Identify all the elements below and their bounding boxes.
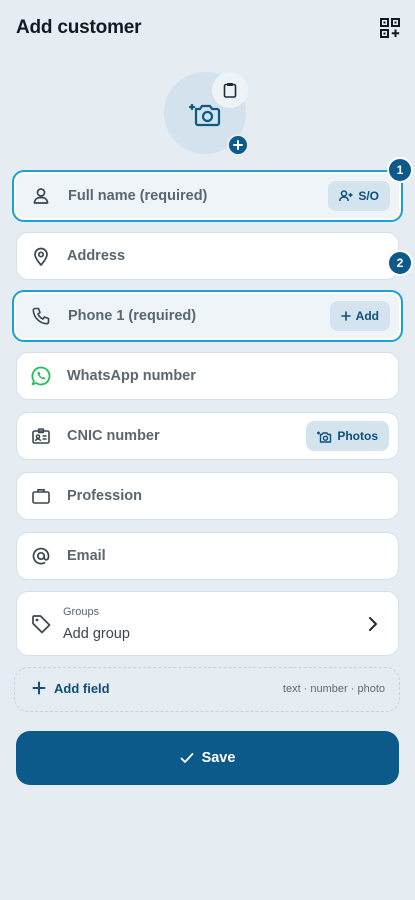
son-of-label: S/O [358, 189, 379, 203]
qr-add-icon [380, 18, 400, 38]
phone1-label: Phone 1 (required) [68, 308, 197, 324]
avatar-picker [164, 72, 254, 158]
chevron-right-icon [369, 617, 377, 631]
add-phone-label: Add [355, 309, 379, 323]
camera-plus-icon [189, 103, 221, 127]
location-pin-icon [31, 246, 51, 266]
tag-icon [32, 615, 51, 634]
person-icon [31, 186, 51, 206]
add-field-label: Add field [54, 681, 110, 696]
whatsapp-label: WhatsApp number [67, 368, 196, 384]
cnic-photos-button[interactable]: Photos [306, 421, 389, 451]
phone1-field[interactable]: Phone 1 (required) Add [12, 290, 403, 342]
save-button[interactable]: Save [16, 731, 399, 785]
save-label: Save [201, 750, 236, 766]
profession-label: Profession [67, 488, 142, 504]
step-badge-2: 2 [387, 250, 413, 276]
email-label: Email [67, 548, 106, 564]
groups-value: Add group [63, 626, 130, 642]
page-title: Add customer [16, 17, 142, 38]
cnic-field[interactable]: CNIC number Photos [16, 412, 399, 460]
whatsapp-icon [31, 366, 51, 386]
plus-icon [32, 681, 46, 695]
groups-caption: Groups [63, 606, 100, 618]
add-photo-badge[interactable] [227, 134, 249, 156]
clipboard-icon [223, 83, 237, 98]
check-icon [180, 753, 193, 763]
full-name-label: Full name (required) [68, 188, 208, 204]
profession-field[interactable]: Profession [16, 472, 399, 520]
plus-icon [233, 140, 243, 150]
paste-clipboard-button[interactable] [212, 72, 248, 108]
step-badge-1: 1 [387, 157, 413, 183]
plus-icon [340, 311, 351, 321]
email-field[interactable]: Email [16, 532, 399, 580]
camera-plus-icon [317, 431, 332, 443]
add-phone-button[interactable]: Add [329, 301, 390, 331]
add-field-hint: text · number · photo [282, 683, 385, 695]
briefcase-icon [31, 486, 51, 506]
qr-add-button[interactable] [378, 16, 402, 40]
phone-icon [31, 306, 51, 326]
add-field-button[interactable]: Add field text · number · photo [14, 667, 400, 712]
at-icon [31, 546, 51, 566]
person-plus-icon [339, 190, 353, 202]
address-field[interactable]: Address [16, 232, 399, 280]
cnic-photos-label: Photos [337, 429, 378, 443]
id-card-icon [31, 426, 51, 446]
address-label: Address [67, 248, 126, 264]
full-name-field[interactable]: Full name (required) S/O [12, 170, 403, 222]
son-of-button[interactable]: S/O [328, 181, 390, 211]
whatsapp-field[interactable]: WhatsApp number [16, 352, 399, 400]
app-header: Add customer [0, 0, 415, 58]
cnic-label: CNIC number [67, 428, 160, 444]
groups-selector[interactable]: Groups Add group [16, 591, 399, 656]
